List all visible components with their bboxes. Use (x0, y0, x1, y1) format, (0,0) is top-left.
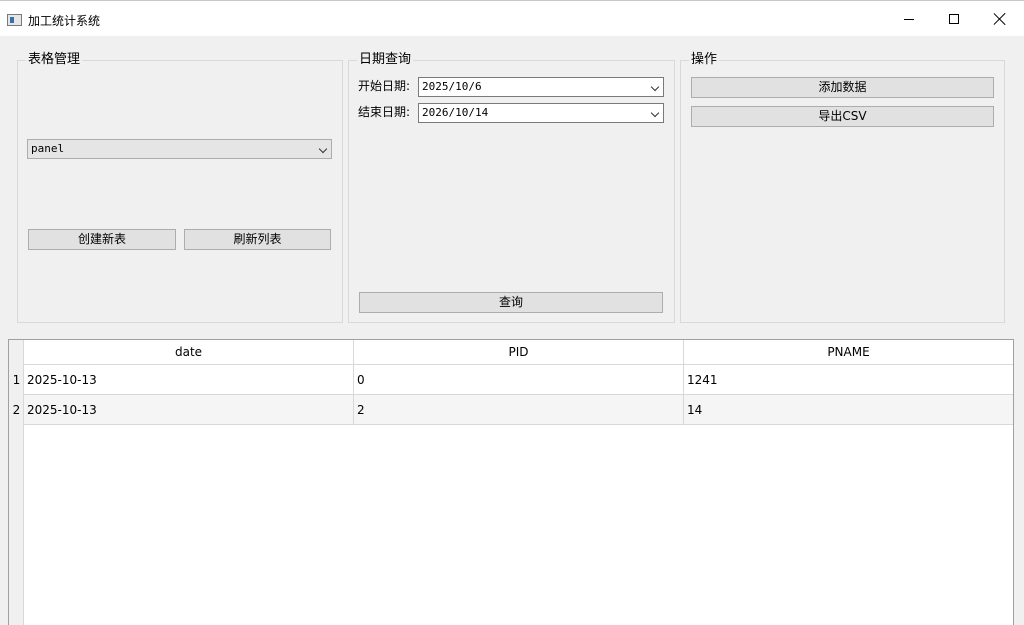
table-cell-pid[interactable]: 0 (354, 365, 684, 395)
close-icon (994, 13, 1006, 25)
operations-title: 操作 (689, 52, 720, 68)
table-select[interactable]: panel (27, 139, 332, 159)
end-date-picker[interactable]: 2026/10/14 (418, 103, 664, 123)
create-table-button[interactable]: 创建新表 (28, 229, 176, 250)
maximize-button[interactable] (931, 1, 977, 37)
table-management-title: 表格管理 (26, 52, 83, 68)
query-button[interactable]: 查询 (359, 292, 663, 313)
date-query-group: 日期查询 (348, 52, 675, 323)
start-date-picker[interactable]: 2025/10/6 (418, 77, 664, 97)
table-management-group: 表格管理 (17, 52, 343, 323)
table-cell-pname[interactable]: 1241 (684, 365, 1013, 395)
start-date-label: 开始日期: (358, 79, 411, 93)
end-date-label: 结束日期: (358, 105, 411, 119)
refresh-list-button[interactable]: 刷新列表 (184, 229, 331, 250)
minimize-button[interactable] (886, 1, 932, 37)
app-icon (7, 14, 22, 26)
minimize-icon (904, 18, 914, 20)
export-csv-button[interactable]: 导出CSV (691, 106, 994, 127)
start-date-value: 2025/10/6 (422, 80, 482, 93)
maximize-icon (949, 14, 959, 24)
chevron-down-icon (650, 108, 660, 118)
end-date-value: 2026/10/14 (422, 106, 489, 119)
window-title: 加工统计系统 (28, 14, 101, 28)
data-table[interactable]: date PID PNAME 1 2025-10-13 0 1241 2 202… (8, 339, 1014, 625)
close-button[interactable] (977, 1, 1023, 37)
chevron-down-icon (650, 82, 660, 92)
column-header-pid[interactable]: PID (354, 340, 684, 365)
row-number[interactable]: 1 (9, 365, 24, 395)
row-number[interactable]: 2 (9, 395, 24, 425)
table-cell-date[interactable]: 2025-10-13 (24, 395, 354, 425)
column-header-pname[interactable]: PNAME (684, 340, 1013, 365)
column-header-date[interactable]: date (24, 340, 354, 365)
table-cell-pname[interactable]: 14 (684, 395, 1013, 425)
add-data-button[interactable]: 添加数据 (691, 77, 994, 98)
title-bar: 加工统计系统 (0, 0, 1024, 36)
chevron-down-icon (318, 144, 328, 154)
table-select-value: panel (31, 142, 65, 155)
table-cell-pid[interactable]: 2 (354, 395, 684, 425)
operations-group: 操作 (680, 52, 1005, 323)
date-query-title: 日期查询 (357, 52, 414, 68)
table-cell-date[interactable]: 2025-10-13 (24, 365, 354, 395)
